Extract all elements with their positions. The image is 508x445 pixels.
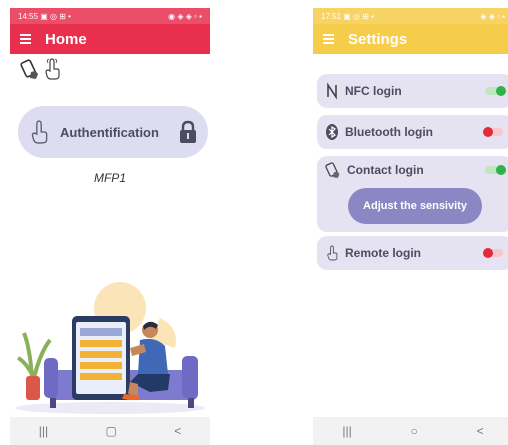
- home-button[interactable]: ○: [411, 424, 418, 438]
- status-time: 14:55 ▣ ◎ ⊞ •: [18, 11, 71, 21]
- app-bar: Home: [10, 24, 210, 54]
- contact-login-toggle[interactable]: [485, 165, 506, 175]
- status-bar: 17:51 ▣ ◎ ⊞ • ◈ ◈ ▫ ▪: [313, 8, 508, 24]
- menu-icon[interactable]: [20, 32, 31, 46]
- contact-icon: [325, 161, 341, 179]
- remote-touch-icon: [325, 244, 339, 262]
- setting-label: Remote login: [345, 246, 422, 260]
- remote-login-toggle[interactable]: [483, 248, 503, 258]
- illustration-person-on-couch: [10, 278, 210, 418]
- lock-icon: [178, 120, 198, 144]
- menu-icon[interactable]: [323, 32, 334, 46]
- app-bar: Settings: [313, 24, 508, 54]
- status-indicators: ◉ ◈ ◈ ▫ ▪: [168, 11, 202, 21]
- mode-icons: [10, 54, 210, 84]
- page-title: Settings: [348, 30, 408, 48]
- authentication-label: Authentification: [60, 124, 159, 140]
- nfc-icon: [325, 82, 339, 100]
- device-name: MFP1: [93, 171, 126, 185]
- system-nav-bar: ||| ○ <: [313, 417, 508, 445]
- hand-touch-icon: [28, 120, 50, 144]
- adjust-sensitivity-button[interactable]: Adjust the sensivity: [348, 188, 482, 224]
- bluetooth-icon: [325, 123, 339, 141]
- authentication-button[interactable]: Authentification: [18, 106, 208, 158]
- status-bar: 14:55 ▣ ◎ ⊞ • ◉ ◈ ◈ ▫ ▪: [10, 8, 210, 24]
- nfc-login-toggle[interactable]: [485, 86, 506, 96]
- status-indicators: ◈ ◈ ▫ ▪: [480, 11, 505, 21]
- phone-contact-icon[interactable]: [20, 58, 40, 80]
- back-button[interactable]: <: [174, 424, 181, 438]
- system-nav-bar: ||| ▢ <: [10, 417, 210, 445]
- setting-contact-login: Contact login Adjust the sensivity: [317, 156, 508, 232]
- back-button[interactable]: <: [477, 424, 484, 438]
- recent-apps-button[interactable]: |||: [342, 424, 351, 438]
- setting-label: NFC login: [345, 84, 402, 98]
- page-title: Home: [45, 30, 87, 48]
- setting-label: Bluetooth login: [345, 125, 433, 139]
- home-screen: 14:55 ▣ ◎ ⊞ • ◉ ◈ ◈ ▫ ▪ Home Authentific…: [10, 8, 210, 445]
- setting-bluetooth-login: Bluetooth login: [317, 115, 508, 149]
- home-button[interactable]: ▢: [105, 424, 116, 438]
- setting-label: Contact login: [347, 163, 424, 177]
- bluetooth-login-toggle[interactable]: [483, 127, 503, 137]
- hand-touch-icon[interactable]: [42, 58, 62, 80]
- recent-apps-button[interactable]: |||: [39, 424, 48, 438]
- settings-screen: 17:51 ▣ ◎ ⊞ • ◈ ◈ ▫ ▪ Settings NFC login…: [313, 8, 508, 445]
- status-time: 17:51 ▣ ◎ ⊞ •: [321, 11, 374, 21]
- setting-remote-login: Remote login: [317, 236, 508, 270]
- setting-nfc-login: NFC login: [317, 74, 508, 108]
